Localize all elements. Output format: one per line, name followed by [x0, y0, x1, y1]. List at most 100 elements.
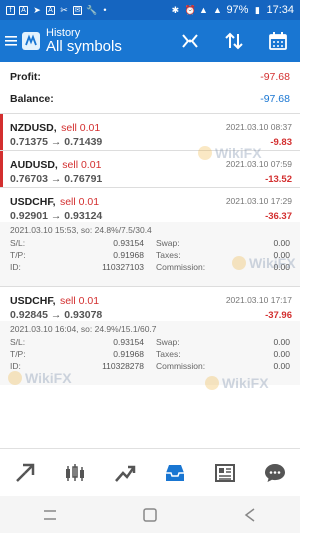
position-row[interactable]: AUDUSD, sell 0.01 2021.03.10 07:59 0.767…	[0, 150, 300, 187]
status-right: ✱ ⏰ ▲ ▲ 97% ▮ 17:34	[170, 4, 294, 16]
split-arrows-button[interactable]	[168, 20, 212, 62]
home-icon	[143, 507, 157, 522]
position-time: 2021.03.10 07:59	[225, 159, 292, 169]
positions-list: NZDUSD, sell 0.01 2021.03.10 08:37 0.713…	[0, 113, 300, 385]
position-direction: sell 0.01	[59, 196, 100, 208]
bottom-nav	[0, 448, 300, 496]
details-grid: S/L: 0.93154 Swap: 0.00 T/P: 0.91968 Taxes:…	[10, 337, 290, 371]
commission-label: Commission:	[156, 262, 206, 272]
nav-chat[interactable]	[251, 451, 299, 495]
battery-percent: 97%	[226, 4, 249, 16]
taxes-value: 0.00	[273, 250, 290, 260]
nav-chart[interactable]	[51, 451, 99, 495]
position-prices: 0.71375 → 0.71439	[10, 136, 103, 148]
position-time: 2021.03.10 17:29	[225, 196, 292, 206]
alarm-icon: ⏰	[184, 5, 196, 15]
signal-icon: ▲	[212, 5, 222, 15]
title-block[interactable]: History All symbols	[46, 27, 122, 56]
trade-icon	[115, 465, 136, 482]
position-profit: -36.37	[265, 210, 292, 222]
commission-value: 0.00	[273, 361, 290, 371]
swap-value: 0.00	[273, 337, 290, 347]
page-title: History	[46, 26, 81, 39]
id-value: 110327103	[102, 262, 144, 272]
position-row-expanded[interactable]: USDCHF, sell 0.01 2021.03.10 17:29 0.929…	[0, 187, 300, 222]
nav-history[interactable]	[151, 451, 199, 495]
position-info: 2021.03.10 15:53, so: 24.8%/7.5/30.4	[10, 225, 152, 235]
signal-4g-icon: ▲	[198, 5, 208, 15]
position-time: 2021.03.10 17:17	[225, 295, 292, 305]
nav-trade[interactable]	[101, 451, 149, 495]
swap-label: Swap:	[156, 238, 180, 248]
tp-label: T/P:	[10, 250, 26, 260]
position-time: 2021.03.10 08:37	[225, 122, 292, 132]
tp-value: 0.91968	[113, 349, 144, 359]
position-profit: -9.83	[270, 136, 292, 148]
position-row-expanded[interactable]: USDCHF, sell 0.01 2021.03.10 17:17 0.928…	[0, 286, 300, 321]
profit-row: Profit: -97.68	[10, 66, 290, 88]
commission-value: 0.00	[273, 262, 290, 272]
menu-icon[interactable]	[0, 20, 22, 62]
nav-quotes[interactable]	[1, 451, 49, 495]
recent-apps-button[interactable]	[30, 500, 70, 530]
tp-value: 0.91968	[113, 250, 144, 260]
position-prices: 0.92845 → 0.93078	[10, 309, 103, 321]
symbol-filter: All symbols	[46, 37, 122, 55]
position-symbol: USDCHF,	[10, 295, 56, 307]
notification-tool-icon: ✂	[60, 5, 68, 15]
app-bar: History All symbols	[0, 20, 300, 62]
position-details: 2021.03.10 16:04, so: 24.9%/15.1/60.7 S/…	[0, 321, 300, 385]
home-button[interactable]	[130, 500, 170, 530]
nav-news[interactable]	[201, 451, 249, 495]
chart-icon	[66, 463, 84, 481]
tp-label: T/P:	[10, 349, 26, 359]
swap-value: 0.00	[273, 238, 290, 248]
recent-apps-icon	[44, 509, 56, 520]
details-grid: S/L: 0.93154 Swap: 0.00 T/P: 0.91968 Taxes:…	[10, 238, 290, 272]
news-icon	[215, 463, 235, 482]
notification-more-icon: •	[103, 5, 107, 15]
position-symbol: AUDUSD,	[10, 159, 58, 171]
quotes-icon	[16, 463, 35, 482]
sl-label: S/L:	[10, 337, 26, 347]
battery-icon: ▮	[254, 5, 260, 15]
notification-app-icon: A	[46, 5, 55, 15]
position-prices: 0.92901 → 0.93124	[10, 210, 103, 222]
position-profit: -13.52	[265, 173, 292, 185]
account-summary: Profit: -97.68 Balance: -97.68	[0, 62, 300, 112]
profit-label: Profit:	[10, 71, 41, 83]
position-row[interactable]: NZDUSD, sell 0.01 2021.03.10 08:37 0.713…	[0, 113, 300, 150]
calendar-button[interactable]	[256, 20, 300, 62]
notification-wrench-icon: 🔧	[86, 5, 98, 15]
taxes-label: Taxes:	[156, 349, 181, 359]
calendar-icon	[269, 32, 287, 50]
split-arrows-icon	[182, 34, 198, 48]
system-nav	[0, 496, 300, 533]
position-prices: 0.76703 → 0.76791	[10, 173, 103, 185]
notification-send-icon: ➤	[33, 5, 41, 15]
balance-row: Balance: -97.68	[10, 88, 290, 110]
position-direction: sell 0.01	[61, 122, 101, 134]
clock: 17:34	[266, 4, 294, 16]
app-logo-icon[interactable]	[22, 32, 40, 50]
id-label: ID:	[10, 361, 21, 371]
notification-app-icon: f	[6, 5, 15, 15]
profit-value: -97.68	[260, 71, 290, 83]
bluetooth-icon: ✱	[171, 5, 180, 15]
status-bar: f A ➤ A ✂ ✉ 🔧 • ✱ ⏰ ▲ ▲ 97% ▮ 17:34	[0, 0, 300, 20]
position-details: 2021.03.10 15:53, so: 24.8%/7.5/30.4 S/L…	[0, 222, 300, 286]
app-bar-actions	[168, 20, 300, 62]
position-direction: sell 0.01	[62, 159, 102, 171]
notification-icons: f A ➤ A ✂ ✉ 🔧 •	[6, 5, 110, 15]
position-direction: sell 0.01	[59, 295, 100, 307]
sort-button[interactable]	[212, 20, 256, 62]
sl-value: 0.93154	[113, 337, 144, 347]
back-icon	[244, 507, 255, 522]
back-button[interactable]	[230, 500, 270, 530]
id-value: 110328278	[102, 361, 144, 371]
sl-value: 0.93154	[113, 238, 144, 248]
history-icon	[166, 464, 184, 481]
balance-label: Balance:	[10, 93, 54, 105]
taxes-value: 0.00	[273, 349, 290, 359]
commission-label: Commission:	[156, 361, 206, 371]
